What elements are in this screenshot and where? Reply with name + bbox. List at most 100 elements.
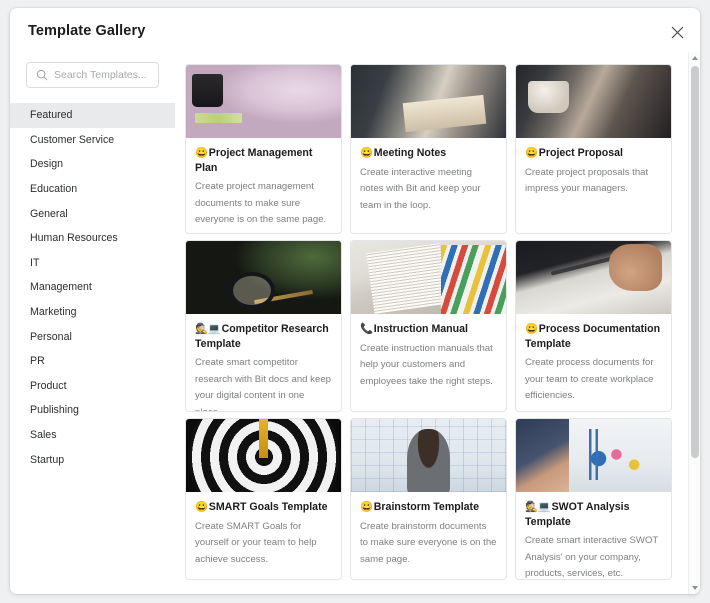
template-card[interactable]: 🕵️💻Competitor Research Template Create sm… [185,240,342,412]
template-card[interactable]: 😀Project Management Plan Create project m… [185,64,342,234]
sidebar-item-label: Education [30,183,78,196]
template-card[interactable]: 😀Meeting Notes Create interactive meeting… [350,64,507,234]
card-title: 😀Project Proposal [525,146,662,161]
sidebar-item-label: Marketing [30,306,77,319]
sidebar-item-label: Startup [30,453,65,466]
search-box[interactable] [26,62,159,88]
sidebar-item-label: IT [30,256,40,269]
sidebar-item-startup[interactable]: Startup [10,447,175,472]
sidebar-item-label: Human Resources [30,232,118,245]
template-grid-container: 😀Project Management Plan Create project m… [175,52,688,594]
vertical-scrollbar[interactable] [688,52,700,594]
modal-header: Template Gallery [10,8,700,52]
meeting-notes-thumbnail [351,65,506,138]
sidebar-item-customer-service[interactable]: Customer Service [10,128,175,153]
sidebar-item-sales[interactable]: Sales [10,423,175,448]
template-card[interactable]: 😀Brainstorm Template Create brainstorm do… [350,418,507,580]
thumbnail-image [186,65,341,138]
page-background: Template Gallery Featu [0,0,710,603]
sidebar-item-management[interactable]: Management [10,275,175,300]
sidebar-item-label: General [30,207,68,220]
sidebar: Featured Customer Service Design Education G… [10,52,175,594]
sidebar-item-featured[interactable]: Featured [10,103,175,128]
instruction-manual-thumbnail [351,241,506,314]
grinning-face-icon: 😀 [360,147,373,159]
card-title-text: Project Management Plan [195,147,313,174]
card-body: 😀Project Proposal Create project proposal… [516,138,671,198]
telephone-receiver-icon: 📞 [360,323,373,335]
detective-computer-icon: 🕵️💻 [195,323,221,335]
card-title-text: Brainstorm Template [373,501,479,513]
card-title: 😀Meeting Notes [360,146,497,161]
template-card[interactable]: 😀Project Proposal Create project proposal… [515,64,672,234]
close-button[interactable] [664,19,690,45]
card-description: Create interactive meeting notes with Bi… [360,166,481,211]
card-description: Create smart interactive SWOT Analysis' … [525,535,659,579]
card-description: Create SMART Goals for yourself or your … [195,520,317,565]
thumbnail-image [351,419,506,492]
sidebar-item-education[interactable]: Education [10,177,175,202]
sidebar-item-pr[interactable]: PR [10,349,175,374]
card-body: 🕵️💻Competitor Research Template Create sm… [186,314,341,412]
project-management-thumbnail [186,65,341,138]
sidebar-item-label: Publishing [30,404,79,417]
sidebar-item-general[interactable]: General [10,201,175,226]
template-card[interactable]: 📞Instruction Manual Create instruction ma… [350,240,507,412]
card-title: 🕵️💻SWOT Analysis Template [525,500,662,529]
sidebar-item-publishing[interactable]: Publishing [10,398,175,423]
sidebar-item-marketing[interactable]: Marketing [10,300,175,325]
competitor-research-thumbnail [186,241,341,314]
thumbnail-image [516,419,671,492]
card-body: 😀Project Management Plan Create project m… [186,138,341,229]
card-title: 😀SMART Goals Template [195,500,332,515]
card-body: 😀Meeting Notes Create interactive meeting… [351,138,506,214]
search-input[interactable] [54,69,154,81]
card-description: Create process documents for your team t… [525,357,654,401]
process-documentation-thumbnail [516,241,671,314]
template-card[interactable]: 😀SMART Goals Template Create SMART Goals … [185,418,342,580]
grinning-face-icon: 😀 [525,323,538,335]
close-icon [671,26,684,39]
card-title-text: Instruction Manual [373,323,468,335]
page-title: Template Gallery [28,23,146,39]
thumbnail-image [351,241,506,314]
card-title: 🕵️💻Competitor Research Template [195,322,332,351]
sidebar-item-label: Management [30,281,92,294]
scrollbar-thumb[interactable] [691,66,699,458]
thumbnail-image [516,241,671,314]
thumbnail-image [186,419,341,492]
template-card[interactable]: 😀Process Documentation Template Create pr… [515,240,672,412]
sidebar-item-label: Design [30,158,63,171]
card-body: 😀Process Documentation Template Create pr… [516,314,671,405]
card-description: Create instruction manuals that help you… [360,342,493,387]
grinning-face-icon: 😀 [195,501,208,513]
chevron-up-icon [692,56,698,60]
grinning-face-icon: 😀 [525,147,538,159]
card-title: 😀Process Documentation Template [525,322,662,351]
sidebar-item-design[interactable]: Design [10,152,175,177]
card-body: 😀SMART Goals Template Create SMART Goals … [186,492,341,568]
card-title-text: Process Documentation Template [525,323,661,350]
card-body: 😀Brainstorm Template Create brainstorm do… [351,492,506,568]
scroll-down-button[interactable] [689,582,700,594]
card-title-text: SMART Goals Template [208,501,328,513]
card-description: Create smart competitor research with Bi… [195,357,331,412]
template-gallery-modal: Template Gallery Featu [10,8,700,594]
sidebar-item-label: Sales [30,429,57,442]
grinning-face-icon: 😀 [195,147,208,159]
search-icon [32,65,52,85]
sidebar-item-product[interactable]: Product [10,374,175,399]
thumbnail-image [516,65,671,138]
project-proposal-thumbnail [516,65,671,138]
sidebar-item-label: Product [30,379,67,392]
sidebar-item-it[interactable]: IT [10,251,175,276]
category-list: Featured Customer Service Design Education G… [10,103,175,472]
card-description: Create project proposals that impress yo… [525,166,649,195]
sidebar-item-personal[interactable]: Personal [10,324,175,349]
card-title: 😀Brainstorm Template [360,500,497,515]
sidebar-item-human-resources[interactable]: Human Resources [10,226,175,251]
detective-computer-icon: 🕵️💻 [525,501,551,513]
scroll-up-button[interactable] [689,52,700,64]
card-title: 📞Instruction Manual [360,322,497,337]
template-card[interactable]: 🕵️💻SWOT Analysis Template Create smart in… [515,418,672,580]
